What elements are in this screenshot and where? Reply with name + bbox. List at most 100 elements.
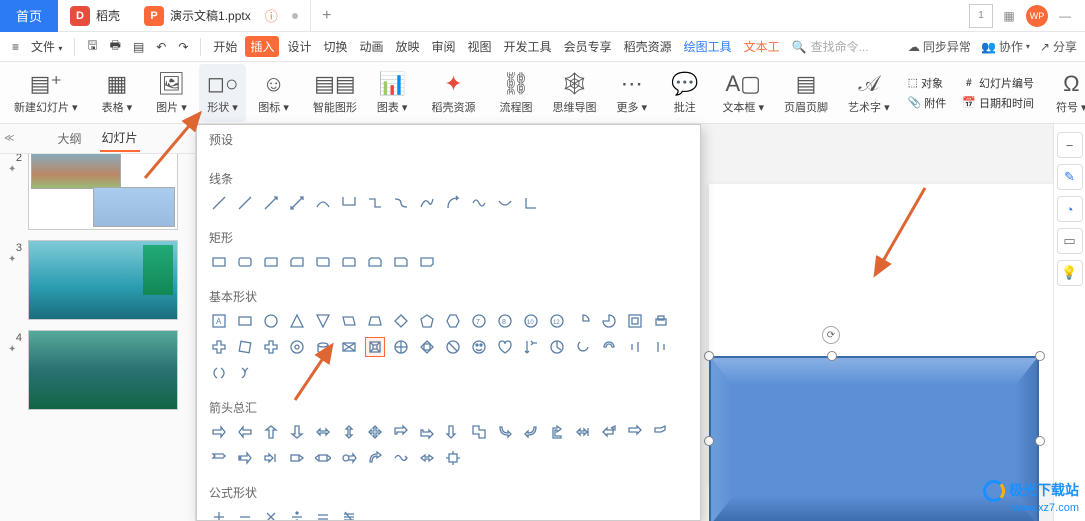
shape-option[interactable]: 8 — [495, 311, 515, 331]
ribbon-image[interactable]: 🖼图片 ▾ — [148, 64, 195, 122]
command-search[interactable]: 🔍 查找命令... — [792, 38, 902, 55]
resize-handle[interactable] — [704, 436, 714, 446]
outline-tab[interactable]: 大纲 — [55, 126, 83, 151]
tab-slideshow[interactable]: 放映 — [392, 36, 424, 57]
shape-option[interactable] — [339, 337, 359, 357]
ribbon-textbox[interactable]: A▢文本框 ▾ — [714, 64, 772, 122]
shape-option[interactable] — [261, 422, 281, 442]
shape-option[interactable] — [469, 337, 489, 357]
shape-option[interactable] — [625, 337, 645, 357]
shape-option[interactable] — [573, 422, 593, 442]
slide-item[interactable]: 3✦ — [8, 240, 187, 320]
ribbon-newslide[interactable]: ▤⁺新建幻灯片 ▾ — [6, 64, 86, 122]
shape-option[interactable] — [339, 422, 359, 442]
shape-option[interactable] — [495, 422, 515, 442]
shape-option[interactable] — [287, 337, 307, 357]
shape-option[interactable] — [339, 193, 359, 213]
shape-option[interactable]: 10 — [521, 311, 541, 331]
slide-item[interactable]: 2✦ — [8, 154, 187, 230]
shape-option[interactable] — [287, 422, 307, 442]
resize-handle[interactable] — [827, 351, 837, 361]
shape-option[interactable] — [521, 337, 541, 357]
ribbon-icon[interactable]: ☺图标 ▾ — [250, 64, 297, 122]
shape-option[interactable] — [417, 252, 437, 272]
shape-fill-button[interactable]: ◔ — [1057, 196, 1083, 222]
ribbon-hf[interactable]: ▤页眉页脚 — [776, 64, 836, 122]
shape-option[interactable] — [313, 311, 333, 331]
tab-drawtools[interactable]: 绘图工具 — [680, 36, 736, 57]
shape-option[interactable] — [209, 252, 229, 272]
shape-option[interactable] — [599, 422, 619, 442]
pencil-tool-button[interactable]: ✎ — [1057, 164, 1083, 190]
slide-item[interactable]: 4✦ — [8, 330, 187, 410]
tab-current-file[interactable]: P 演示文稿1.pptx ⓘ — [132, 0, 311, 32]
shape-option[interactable] — [209, 337, 229, 357]
tab-devtools[interactable]: 开发工具 — [500, 36, 556, 57]
shape-option[interactable] — [235, 337, 255, 357]
undo-icon[interactable]: ↶ — [152, 38, 170, 56]
menu-file[interactable]: 文件 ▾ — [27, 36, 66, 57]
shape-option[interactable] — [625, 422, 645, 442]
shape-option[interactable] — [365, 252, 385, 272]
shape-option[interactable] — [287, 252, 307, 272]
tab-transition[interactable]: 切换 — [319, 36, 351, 57]
hamburger-icon[interactable]: ≡ — [8, 38, 23, 56]
shape-option[interactable] — [235, 448, 255, 468]
ribbon-slidenum[interactable]: #️ 幻灯片编号 — [962, 75, 1034, 91]
shape-option[interactable] — [287, 311, 307, 331]
shape-option[interactable] — [235, 422, 255, 442]
minimize-button[interactable]: — — [1053, 4, 1077, 28]
shape-option[interactable]: 7 — [469, 311, 489, 331]
preview-icon[interactable]: ▤ — [129, 38, 148, 56]
rotate-handle[interactable]: ⟳ — [822, 326, 840, 344]
shape-option[interactable] — [651, 422, 671, 442]
ribbon-table[interactable]: ▦表格 ▾ — [94, 64, 141, 122]
shape-option[interactable] — [313, 252, 333, 272]
shape-option[interactable] — [261, 507, 281, 521]
ribbon-symbol[interactable]: Ω符号 ▾ — [1048, 64, 1085, 122]
shape-option[interactable] — [391, 422, 411, 442]
ribbon-smart[interactable]: ▤▤智能图形 — [305, 64, 365, 122]
shape-option[interactable] — [261, 337, 281, 357]
tab-member[interactable]: 会员专享 — [560, 36, 616, 57]
tab-home[interactable]: 首页 — [0, 0, 58, 32]
redo-icon[interactable]: ↷ — [174, 38, 192, 56]
shape-option[interactable] — [443, 311, 463, 331]
slide-canvas[interactable]: ⟳ — [709, 184, 1053, 484]
slides-tab[interactable]: 幻灯片 — [100, 125, 140, 152]
shape-option[interactable] — [521, 193, 541, 213]
print-icon[interactable]: 🖶 — [106, 34, 125, 59]
shape-option[interactable] — [573, 311, 593, 331]
shape-option[interactable] — [209, 363, 229, 383]
ribbon-attach[interactable]: 📎 附件 — [908, 95, 947, 111]
resize-handle[interactable] — [1035, 436, 1045, 446]
shape-option[interactable] — [443, 422, 463, 442]
tab-start[interactable]: 开始 — [209, 36, 241, 57]
shape-option[interactable] — [599, 311, 619, 331]
zoom-out-button[interactable]: − — [1057, 132, 1083, 158]
shape-option[interactable] — [625, 311, 645, 331]
shape-option[interactable] — [651, 311, 671, 331]
resize-handle[interactable] — [704, 351, 714, 361]
shape-option[interactable] — [365, 311, 385, 331]
shape-option[interactable] — [547, 337, 567, 357]
shape-option[interactable] — [417, 337, 437, 357]
shape-option[interactable] — [417, 422, 437, 442]
shape-option[interactable] — [261, 448, 281, 468]
shape-option[interactable] — [287, 448, 307, 468]
apps-icon[interactable]: ▦ — [997, 4, 1021, 28]
ribbon-chart[interactable]: 📊图表 ▾ — [369, 64, 416, 122]
shape-option[interactable] — [495, 193, 515, 213]
shape-option[interactable] — [391, 252, 411, 272]
layout-1-icon[interactable]: 1 — [969, 4, 993, 28]
shape-option[interactable] — [365, 337, 385, 357]
shape-option[interactable] — [339, 507, 359, 521]
shape-option[interactable] — [391, 193, 411, 213]
shape-option[interactable] — [417, 193, 437, 213]
shape-option[interactable] — [209, 448, 229, 468]
save-icon[interactable]: 🖫 — [83, 34, 101, 59]
shape-option[interactable] — [521, 422, 541, 442]
shape-option[interactable] — [235, 363, 255, 383]
tab-animation[interactable]: 动画 — [355, 36, 387, 57]
shape-option[interactable] — [365, 193, 385, 213]
